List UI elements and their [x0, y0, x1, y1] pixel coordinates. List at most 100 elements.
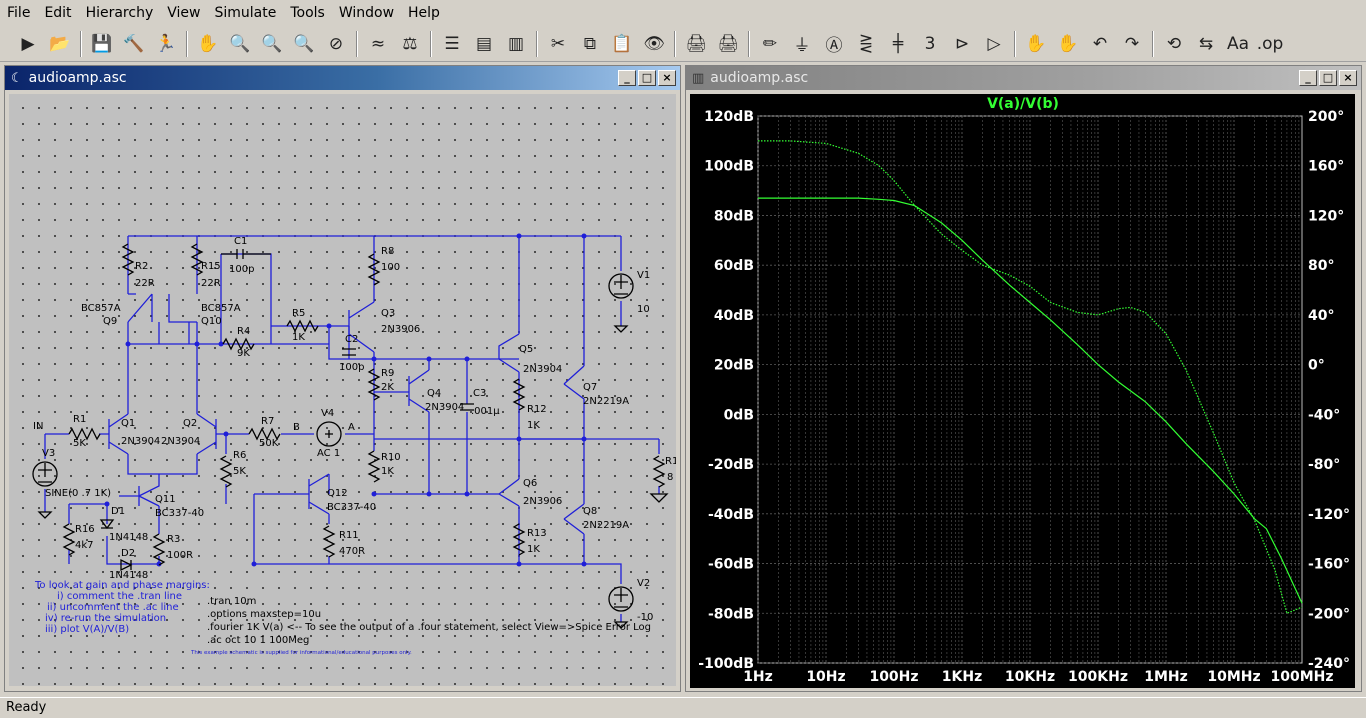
menu-edit[interactable]: Edit: [37, 0, 78, 26]
copy-icon[interactable]: ⧉: [576, 30, 604, 58]
y-left-tick-label: -60dB: [708, 557, 754, 573]
halt-icon[interactable]: 🏃: [152, 30, 180, 58]
zoom-out-icon[interactable]: 🔍: [290, 30, 318, 58]
zoom-area-icon[interactable]: 🔍: [258, 30, 286, 58]
text-icon[interactable]: Aa: [1224, 30, 1252, 58]
menu-window[interactable]: Window: [332, 0, 401, 26]
capacitor-icon[interactable]: ╪: [884, 30, 912, 58]
diode-icon[interactable]: ⊳: [948, 30, 976, 58]
waveform-window: ▥ audioamp.asc _ □ × 1Hz 10Hz 100Hz 1KHz 10K…: [685, 65, 1362, 692]
bode-plot[interactable]: 1Hz 10Hz 100Hz 1KHz 10KHz 100KHz 1MHz 10MHz 100M…: [690, 94, 1355, 688]
schematic-titlebar[interactable]: ☾ audioamp.asc _ □ ×: [5, 66, 680, 90]
run-icon[interactable]: ▶: [14, 30, 42, 58]
label-r15: R15: [201, 261, 221, 272]
resistor-icon[interactable]: ⋛: [852, 30, 880, 58]
save-icon[interactable]: 💾: [88, 30, 116, 58]
comments: To look at gain and phase margins: i) co…: [34, 580, 210, 635]
tile-horizontal-icon[interactable]: ☰: [438, 30, 466, 58]
waveform-titlebar[interactable]: ▥ audioamp.asc _ □ ×: [686, 66, 1361, 90]
label-v4: V4: [321, 408, 334, 419]
value-c1: 100p: [229, 264, 254, 275]
move-icon[interactable]: ✋: [1022, 30, 1050, 58]
y-right-tick-label: 80°: [1308, 258, 1334, 274]
value-c3: .001µ: [471, 406, 500, 417]
menu-hierarchy[interactable]: Hierarchy: [79, 0, 161, 26]
drag-icon[interactable]: ✋: [1054, 30, 1082, 58]
model-q11: BC337-40: [155, 508, 204, 519]
label-r12: R12: [527, 404, 547, 415]
plot-pane[interactable]: 1Hz 10Hz 100Hz 1KHz 10KHz 100KHz 1MHz 10MHz 100M…: [690, 94, 1355, 688]
control-panel-icon[interactable]: 🔨: [120, 30, 148, 58]
tile-vertical-icon[interactable]: ▥: [502, 30, 530, 58]
mirror-icon[interactable]: ⇆: [1192, 30, 1220, 58]
spice-directives: .tran 10m .options maxstep=10u .fourier …: [207, 596, 651, 646]
menu-tools[interactable]: Tools: [283, 0, 332, 26]
label-r3: R3: [167, 534, 180, 545]
x-tick-label: 10MHz: [1207, 669, 1260, 685]
open-icon[interactable]: 📂: [46, 30, 74, 58]
rotate-icon[interactable]: ⟲: [1160, 30, 1188, 58]
menu-view[interactable]: View: [160, 0, 207, 26]
component-icon[interactable]: ▷: [980, 30, 1008, 58]
zoom-in-icon[interactable]: 🔍: [226, 30, 254, 58]
value-r13: 1K: [527, 544, 540, 555]
close-button[interactable]: ×: [1339, 70, 1357, 86]
print-icon[interactable]: 🖨: [714, 30, 742, 58]
measure-icon[interactable]: ⚖: [396, 30, 424, 58]
close-button[interactable]: ×: [658, 70, 676, 86]
value-r6: 5K: [233, 466, 246, 477]
toolbar-separator: [536, 30, 538, 57]
label-c2: C2: [345, 334, 358, 345]
pan-icon[interactable]: ✋: [194, 30, 222, 58]
label-r2: R2: [135, 261, 148, 272]
minimize-button[interactable]: _: [618, 70, 636, 86]
autorange-icon[interactable]: ≈: [364, 30, 392, 58]
inductor-icon[interactable]: 3: [916, 30, 944, 58]
label-r9: R9: [381, 368, 394, 379]
menu-file[interactable]: File: [0, 0, 37, 26]
y-right-tick-label: 0°: [1308, 358, 1325, 374]
cascade-icon[interactable]: ▤: [470, 30, 498, 58]
minimize-button[interactable]: _: [1299, 70, 1317, 86]
x-tick-label: 10Hz: [806, 669, 845, 685]
undo-icon[interactable]: ↶: [1086, 30, 1114, 58]
y-right-tick-label: 40°: [1308, 308, 1334, 324]
schematic-drawing[interactable]: IN R1 5K V3 SINE(0 .7 1K) Q1 2N3904 Q2 2…: [9, 94, 678, 686]
spice-directive-icon[interactable]: .op: [1256, 30, 1284, 58]
print-preview-icon[interactable]: 🖨: [682, 30, 710, 58]
cut-icon[interactable]: ✂: [544, 30, 572, 58]
draw-wire-icon[interactable]: ✏: [756, 30, 784, 58]
model-q5: 2N3904: [523, 364, 562, 375]
schematic-window: ☾ audioamp.asc _ □ × IN R1 5K V3 SINE(0 …: [4, 65, 681, 692]
find-icon[interactable]: 👁: [640, 30, 668, 58]
trace-label[interactable]: V(a)/V(b): [987, 96, 1059, 112]
y-left-tick-label: 80dB: [714, 208, 754, 224]
maximize-button[interactable]: □: [1319, 70, 1337, 86]
menu-help[interactable]: Help: [401, 0, 447, 26]
label-v2: V2: [637, 578, 650, 589]
directive-fourier: .fourier 1K V(a) <-- To see the output o…: [207, 622, 651, 633]
redo-icon[interactable]: ↷: [1118, 30, 1146, 58]
value-v3: SINE(0 .7 1K): [45, 488, 111, 499]
y-left-tick-label: -80dB: [708, 606, 754, 622]
value-r15: 22R: [201, 278, 221, 289]
menu-simulate[interactable]: Simulate: [207, 0, 283, 26]
label-net-icon[interactable]: Ⓐ: [820, 30, 848, 58]
value-v1: 10: [637, 304, 650, 315]
x-tick-label: 100Hz: [869, 669, 918, 685]
comment-line: To look at gain and phase margins:: [34, 580, 210, 591]
label-q8: Q8: [583, 506, 597, 517]
ground-icon[interactable]: ⏚: [788, 30, 816, 58]
value-r1: 5K: [73, 438, 86, 449]
maximize-button[interactable]: □: [638, 70, 656, 86]
y-left-tick-label: 120dB: [704, 109, 754, 125]
y-right-tick-label: 200°: [1308, 109, 1344, 125]
y-right-tick-label: -200°: [1308, 606, 1350, 622]
x-tick-label: 1MHz: [1144, 669, 1188, 685]
paste-icon[interactable]: 📋: [608, 30, 636, 58]
y-left-tick-label: 100dB: [704, 159, 754, 175]
label-v1: V1: [637, 270, 650, 281]
zoom-cancel-icon[interactable]: ⊘: [322, 30, 350, 58]
label-r7: R7: [261, 416, 274, 427]
schematic-canvas[interactable]: IN R1 5K V3 SINE(0 .7 1K) Q1 2N3904 Q2 2…: [9, 94, 678, 686]
